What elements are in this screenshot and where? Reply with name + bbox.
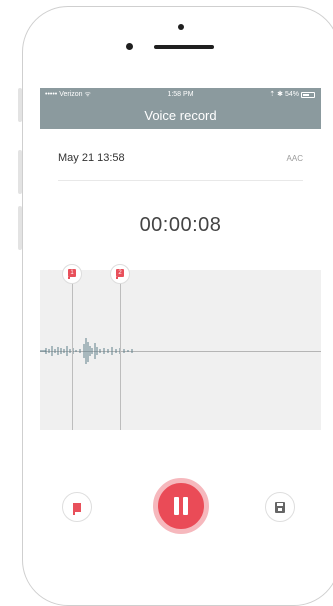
- screen: ••••• Verizon ᯤ 1:58 PM ⇡ ✱ 54% Voice re…: [40, 88, 321, 585]
- marker-2-line: [120, 282, 121, 430]
- status-bar: ••••• Verizon ᯤ 1:58 PM ⇡ ✱ 54%: [40, 89, 321, 100]
- proximity-sensor: [178, 24, 184, 30]
- marker-1-pin[interactable]: 1: [62, 264, 82, 284]
- recording-date: May 21 13:58: [58, 152, 125, 164]
- elapsed-timer: 00:00:08: [139, 214, 222, 236]
- flag-icon: [73, 502, 81, 515]
- battery-icon: [301, 91, 315, 98]
- divider: [58, 180, 303, 181]
- marker-1-flag-icon: 1: [68, 269, 76, 279]
- battery-indicator: ⇡ ✱ 54%: [269, 89, 315, 100]
- pause-button[interactable]: [153, 478, 209, 534]
- earpiece: [154, 45, 214, 49]
- marker-2-flag-icon: 2: [116, 269, 124, 279]
- save-button[interactable]: [265, 492, 295, 522]
- save-icon: [275, 501, 285, 513]
- recording-meta: May 21 13:58 AAC: [58, 152, 303, 174]
- marker-2-pin[interactable]: 2: [110, 264, 130, 284]
- add-marker-button[interactable]: [62, 492, 92, 522]
- marker-1-line: [72, 282, 73, 430]
- recording-format: AAC: [286, 154, 303, 163]
- page-title: Voice record: [144, 108, 217, 123]
- waveform-area[interactable]: 1 2: [40, 264, 321, 430]
- pause-icon: [174, 497, 179, 515]
- navigation-bar: ••••• Verizon ᯤ 1:58 PM ⇡ ✱ 54% Voice re…: [40, 88, 321, 129]
- battery-label: ⇡ ✱ 54%: [269, 91, 299, 98]
- waveform: [40, 338, 133, 364]
- front-camera: [126, 43, 133, 50]
- pause-icon-bar: [183, 497, 188, 515]
